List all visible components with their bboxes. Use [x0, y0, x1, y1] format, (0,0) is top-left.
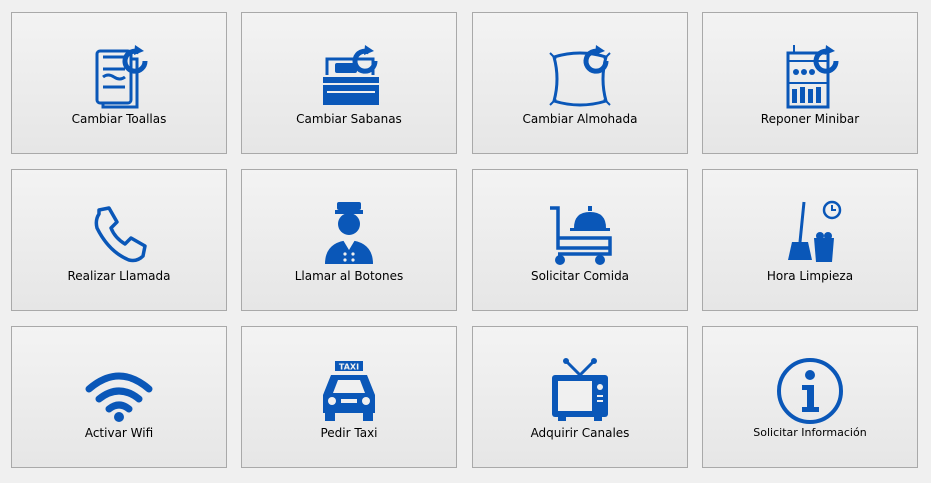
towel-refresh-icon — [83, 41, 155, 113]
tile-label: Solicitar Comida — [530, 269, 630, 283]
tile-label: Llamar al Botones — [294, 269, 404, 283]
taxi-icon: TAXI — [313, 355, 385, 427]
tile-llamar-botones[interactable]: Llamar al Botones — [241, 169, 457, 311]
tile-pedir-taxi[interactable]: TAXI Pedir Taxi — [241, 326, 457, 468]
tile-label: Adquirir Canales — [530, 426, 630, 440]
bed-refresh-icon — [313, 41, 385, 113]
tile-label: Cambiar Sabanas — [296, 112, 402, 126]
taxi-sign-text: TAXI — [339, 363, 359, 372]
tile-cambiar-toallas[interactable]: Cambiar Toallas — [11, 12, 227, 154]
tile-label: Realizar Llamada — [67, 269, 171, 283]
minibar-refresh-icon — [774, 41, 846, 113]
pillow-refresh-icon — [544, 41, 616, 113]
tile-label: Hora Limpieza — [766, 269, 854, 283]
tile-solicitar-comida[interactable]: Solicitar Comida — [472, 169, 688, 311]
tile-cambiar-sabanas[interactable]: Cambiar Sabanas — [241, 12, 457, 154]
tile-label: Pedir Taxi — [320, 426, 378, 440]
wifi-icon — [83, 355, 155, 427]
tile-adquirir-canales[interactable]: Adquirir Canales — [472, 326, 688, 468]
phone-icon — [83, 198, 155, 270]
tile-label: Cambiar Toallas — [71, 112, 167, 126]
info-icon — [774, 355, 846, 427]
food-cart-icon — [544, 198, 616, 270]
tile-reponer-minibar[interactable]: Reponer Minibar — [702, 12, 918, 154]
tile-activar-wifi[interactable]: Activar Wifi — [11, 326, 227, 468]
tile-hora-limpieza[interactable]: Hora Limpieza — [702, 169, 918, 311]
tile-label: Activar Wifi — [84, 426, 154, 440]
tile-label: Solicitar Información — [753, 426, 867, 439]
tile-label: Reponer Minibar — [760, 112, 860, 126]
tile-label: Cambiar Almohada — [522, 112, 638, 126]
bellboy-icon — [313, 198, 385, 270]
tile-solicitar-informacion[interactable]: Solicitar Información — [702, 326, 918, 468]
broom-clock-icon — [774, 198, 846, 270]
tile-cambiar-almohada[interactable]: Cambiar Almohada — [472, 12, 688, 154]
tv-icon — [544, 355, 616, 427]
tile-realizar-llamada[interactable]: Realizar Llamada — [11, 169, 227, 311]
